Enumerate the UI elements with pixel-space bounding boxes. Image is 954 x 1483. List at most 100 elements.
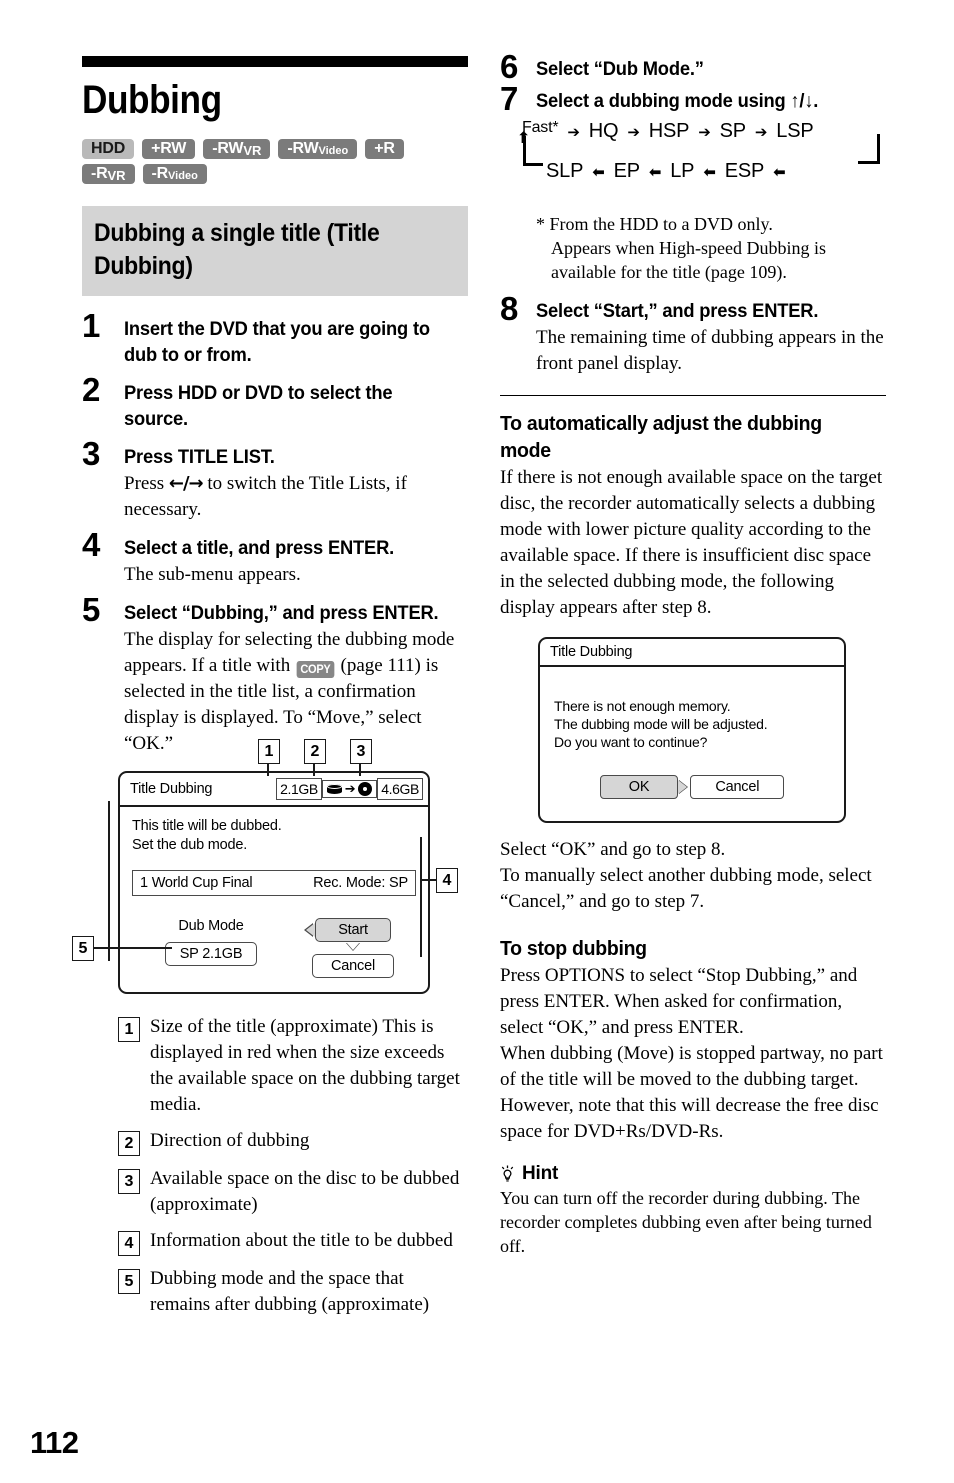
media-badge-minus-r-video-sub: Video bbox=[168, 170, 198, 182]
hdd-icon bbox=[326, 783, 342, 796]
step-5: 5 Select “Dubbing,” and press ENTER. The… bbox=[82, 593, 468, 757]
media-badge-minus-r-vr-sub: VR bbox=[107, 168, 126, 183]
step-4-body: The sub-menu appears. bbox=[124, 564, 301, 585]
media-badge-minus-r-vr: -R VR bbox=[82, 164, 135, 184]
dub-mode-value[interactable]: SP 2.1GB bbox=[164, 942, 258, 966]
hint-header: Hint bbox=[500, 1163, 886, 1185]
dialog2-cancel-button[interactable]: Cancel bbox=[690, 775, 785, 799]
step-5-number: 5 bbox=[82, 591, 101, 628]
dialog-body: This title will be dubbed. Set the dub m… bbox=[120, 807, 428, 992]
step-8: 8 Select “Start,” and press ENTER. The r… bbox=[500, 292, 886, 377]
legend-text-3: Available space on the disc to be dubbed… bbox=[150, 1168, 460, 1215]
flow-arrow-right-2: ➔ bbox=[627, 122, 640, 141]
dialog-controls: Dub Mode SP 2.1GB Start Cancel bbox=[132, 918, 416, 978]
media-badge-hdd-label: HDD bbox=[91, 140, 126, 157]
legend-number-1: 1 bbox=[118, 1017, 140, 1042]
target-space-value: 4.6GB bbox=[377, 778, 423, 800]
media-badge-minus-rw-video-label: -RW bbox=[287, 140, 319, 157]
callout-5-leader bbox=[92, 947, 172, 949]
media-badge-minus-r-video-label: -R bbox=[151, 165, 169, 182]
flow-arrow-left-4: ⬅ bbox=[773, 162, 786, 181]
callout-5: 5 bbox=[72, 936, 94, 961]
step-7-title: Select a dubbing mode using ↑/↓. bbox=[536, 90, 819, 112]
chapter-rule bbox=[82, 56, 468, 67]
legend-text-1: Size of the title (approximate) This is … bbox=[150, 1016, 460, 1115]
dub-mode-control: Dub Mode SP 2.1GB bbox=[132, 918, 290, 966]
flow-arrow-right-4: ➔ bbox=[754, 122, 768, 141]
dialog-message: This title will be dubbed. Set the dub m… bbox=[132, 817, 416, 855]
media-badge-plus-r-label: +R bbox=[374, 140, 395, 157]
step-7: 7 Select a dubbing mode using ↑/↓. bbox=[500, 82, 886, 115]
step-3-title: Press TITLE LIST. bbox=[124, 446, 275, 468]
dialog-title: Title Dubbing bbox=[130, 781, 213, 797]
section-heading: Dubbing a single title (Title Dubbing) bbox=[94, 219, 380, 280]
flow-node-hsp: HSP bbox=[648, 120, 690, 142]
legend-text-4: Information about the title to be dubbed bbox=[150, 1230, 453, 1251]
left-column: Dubbing HDD +RW -RW VR -RW Video +R -R VR -… bbox=[72, 56, 468, 1328]
step-1-number: 1 bbox=[82, 307, 101, 344]
media-badge-hdd: HDD bbox=[82, 139, 135, 159]
flow-arrow-right-1: ➔ bbox=[567, 122, 580, 141]
left-right-arrow-icon: ←/→ bbox=[168, 473, 204, 494]
step-4-number: 4 bbox=[82, 526, 101, 563]
legend-text-5: Dubbing mode and the space that remains … bbox=[150, 1268, 430, 1315]
callout-3-leader bbox=[359, 762, 361, 776]
flow-node-lp: LP bbox=[670, 160, 695, 182]
step-6-number: 6 bbox=[500, 48, 519, 85]
footnote-text-1: From the HDD to a DVD only. bbox=[549, 214, 773, 234]
step-8-number: 8 bbox=[500, 290, 519, 327]
step-1-title: Insert the DVD that you are going to dub… bbox=[124, 318, 430, 366]
start-button[interactable]: Start bbox=[315, 918, 391, 942]
title-dubbing-dialog: Title Dubbing 2.1GB ➔ 4.6GB This title w… bbox=[118, 771, 430, 994]
dub-mode-label: Dub Mode bbox=[178, 918, 244, 934]
step-5-body-line2-pre: If a title with bbox=[191, 655, 295, 676]
copy-badge-icon: COPY bbox=[296, 660, 335, 678]
media-badge-row-1: HDD +RW -RW VR -RW Video +R bbox=[82, 139, 468, 159]
dialog2-body: There is not enough memory. The dubbing … bbox=[540, 667, 844, 821]
dialog-title-row-mode: Rec. Mode: SP bbox=[313, 875, 408, 891]
dialog-title-row: 1 World Cup Final Rec. Mode: SP bbox=[132, 870, 416, 896]
legend-item-1: 1 Size of the title (approximate) This i… bbox=[118, 1014, 468, 1118]
step-3-number: 3 bbox=[82, 435, 101, 472]
step-1: 1 Insert the DVD that you are going to d… bbox=[82, 309, 468, 368]
auto-adjust-heading: To automatically adjust the dubbing mode bbox=[500, 412, 822, 462]
step-5-title: Select “Dubbing,” and press ENTER. bbox=[124, 602, 439, 624]
after-dialog-line-2: To manually select another dubbing mode,… bbox=[500, 865, 872, 912]
flow-footnote: * From the HDD to a DVD only. Appears wh… bbox=[536, 212, 886, 284]
manual-page: Dubbing HDD +RW -RW VR -RW Video +R -R VR -… bbox=[0, 0, 954, 1483]
footnote-line-2: Appears when High-speed Dubbing is avail… bbox=[551, 238, 826, 282]
dialog2-message-line-1: There is not enough memory. bbox=[554, 698, 731, 714]
cancel-button[interactable]: Cancel bbox=[312, 954, 394, 978]
step-8-title: Select “Start,” and press ENTER. bbox=[536, 300, 819, 322]
legend-item-4: 4 Information about the title to be dubb… bbox=[118, 1228, 468, 1256]
dubbing-direction-indicator: ➔ bbox=[321, 780, 378, 798]
dialog-action-buttons: Start Cancel bbox=[290, 918, 416, 978]
title-dubbing-dialog-figure: 1 2 3 4 5 Title Dubbing 2.1GB ➔ 4.6GB Th… bbox=[72, 739, 458, 994]
media-badge-group: HDD +RW -RW VR -RW Video +R -R VR -R Video bbox=[82, 139, 468, 184]
flow-node-lsp: LSP bbox=[776, 120, 814, 142]
media-badge-minus-r-video: -R Video bbox=[142, 164, 207, 184]
after-dialog-line-1: Select “OK” and go to step 8. bbox=[500, 839, 726, 860]
flow-wrap-right-horizontal bbox=[858, 161, 880, 164]
hint-label: Hint bbox=[522, 1163, 559, 1184]
dialog-message-line-1: This title will be dubbed. bbox=[132, 818, 282, 834]
step-3-body: Press ←/→ to switch the Title Lists, if … bbox=[124, 471, 468, 523]
media-badge-minus-r-vr-label: -R bbox=[91, 165, 108, 182]
step-3: 3 Press TITLE LIST. Press ←/→ to switch … bbox=[82, 437, 468, 523]
stop-dubbing-section: To stop dubbing Press OPTIONS to select … bbox=[500, 935, 886, 1145]
legend-number-4: 4 bbox=[118, 1231, 140, 1256]
step-2: 2 Press HDD or DVD to select the source. bbox=[82, 373, 468, 432]
ok-button[interactable]: OK bbox=[599, 775, 679, 799]
dialog-header: Title Dubbing 2.1GB ➔ 4.6GB bbox=[120, 773, 428, 807]
dialog2-message: There is not enough memory. The dubbing … bbox=[554, 697, 830, 751]
legend-number-5: 5 bbox=[118, 1269, 140, 1294]
step-6: 6 Select “Dub Mode.” bbox=[500, 50, 886, 83]
media-badge-minus-rw-vr-label: -RW bbox=[212, 140, 244, 157]
page-title: Dubbing bbox=[82, 78, 222, 122]
flow-node-sp: SP bbox=[719, 120, 746, 142]
callout-legend: 1 Size of the title (approximate) This i… bbox=[118, 1014, 468, 1318]
flow-row-bottom: SLP ⬅ EP ⬅ LP ⬅ ESP ⬅ bbox=[546, 160, 882, 183]
section-heading-band: Dubbing a single title (Title Dubbing) bbox=[82, 206, 468, 296]
lightbulb-icon bbox=[500, 1165, 515, 1184]
not-enough-memory-dialog: Title Dubbing There is not enough memory… bbox=[538, 637, 846, 823]
